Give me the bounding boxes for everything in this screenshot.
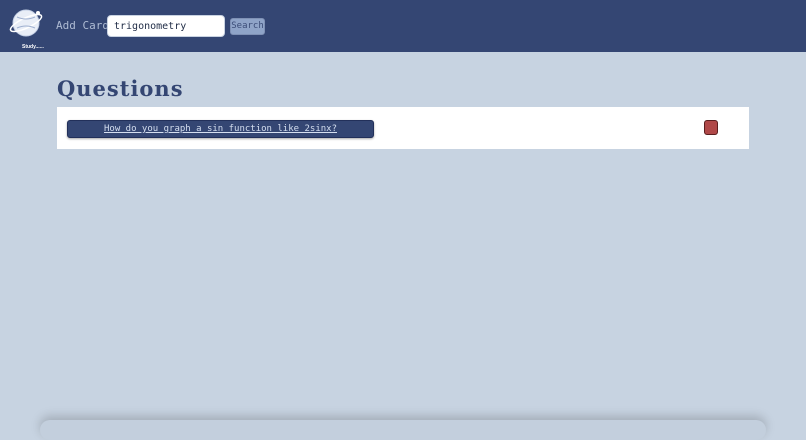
search-button[interactable]: Search	[230, 18, 265, 35]
question-link[interactable]: How do you graph a sin function like 2si…	[104, 124, 337, 134]
page-title: Questions	[57, 76, 184, 101]
question-button[interactable]: How do you graph a sin function like 2si…	[67, 120, 374, 138]
top-nav-bar: Study...... Add Cards Search	[0, 0, 806, 52]
logo-text: Study......	[22, 44, 44, 50]
delete-question-button[interactable]	[704, 120, 718, 135]
globe-logo-icon	[9, 9, 43, 37]
search-input[interactable]	[107, 15, 225, 37]
questions-panel: How do you graph a sin function like 2si…	[57, 107, 749, 149]
logo[interactable]: Study......	[8, 7, 44, 50]
bottom-edge-shadow	[40, 420, 766, 440]
